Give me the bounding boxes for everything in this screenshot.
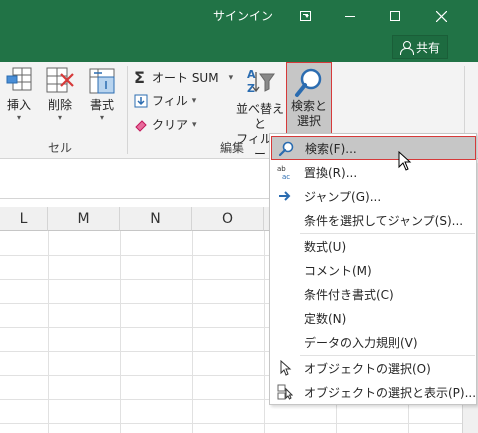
menu-item-label: オブジェクトの選択と表示(P)... [304,385,477,400]
column-header-n[interactable]: N [120,207,192,231]
share-label: 共有 [415,40,440,55]
delete-cells-button[interactable]: 削除 ▾ [42,66,78,123]
fill-button[interactable]: フィル ▾ [134,92,196,109]
delete-cells-icon [46,67,74,93]
share-button[interactable]: 共有 [392,35,448,59]
selection-pane-icon [277,384,293,400]
chevron-down-icon: ▾ [192,119,197,130]
pointer-icon [280,360,292,376]
magnifier-icon [278,141,294,157]
svg-text:A: A [247,68,256,81]
editing-group-label: 編集 [220,141,245,155]
grid-line [48,231,49,433]
minimize-icon [345,15,355,17]
menu-item-replace[interactable]: ab ac 置換(R)... [271,160,476,184]
menu-item-label: 置換(R)... [304,165,358,180]
mouse-cursor-icon [398,151,412,171]
autosum-label: オート SUM [152,71,219,85]
autosum-button[interactable]: Σ オート SUM ▾ [134,68,233,87]
clear-button[interactable]: クリア ▾ [134,116,197,133]
column-header-o[interactable]: O [192,207,264,231]
grid-line [120,231,121,433]
ribbon-display-options-button[interactable] [282,0,328,32]
find-label-1: 検索と [290,99,327,113]
menu-item-label: コメント(M) [304,263,372,278]
find-label-2: 選択 [296,114,321,128]
replace-ab-ac-icon: ab ac [277,165,290,180]
grid-line [192,231,193,433]
clear-label: クリア [152,118,189,132]
delete-label: 削除 [47,98,72,112]
close-button[interactable] [418,0,464,32]
minimize-button[interactable] [327,0,373,32]
menu-item-label: データの入力規則(V) [304,335,418,350]
menu-item-goto-special[interactable]: 条件を選択してジャンプ(S)... [271,208,476,232]
svg-text:ac: ac [282,173,290,180]
cells-group-label: セル [48,141,73,155]
menu-item-label: 条件を選択してジャンプ(S)... [304,213,464,228]
sort-filter-icon: A Z [247,68,275,95]
chevron-down-icon: ▾ [191,95,197,106]
find-select-menu: 検索(F)... ab ac 置換(R)... ジャンプ(G)... 条件を選択… [269,133,477,405]
person-icon [399,40,414,55]
maximize-icon [390,11,400,21]
column-header-m[interactable]: M [48,207,120,231]
group-divider [127,66,128,154]
menu-item-label: 検索(F)... [305,141,357,156]
grid-line [264,231,265,433]
format-label: 書式 [89,98,114,112]
sort-label-1: 並べ替えと [235,102,284,131]
find-select-button[interactable]: 検索と 選択 [286,62,332,136]
maximize-button[interactable] [372,0,418,32]
menu-item-data-validation[interactable]: データの入力規則(V) [271,330,476,354]
svg-text:ab: ab [277,165,286,173]
insert-cells-button[interactable]: 挿入 ▾ [2,66,36,123]
format-cells-icon [89,68,115,94]
chevron-down-icon: ▾ [57,113,62,122]
menu-item-label: ジャンプ(G)... [304,189,382,204]
format-cells-button[interactable]: 書式 ▾ [84,66,120,123]
sign-in-link[interactable]: サインイン [213,7,273,24]
fill-label: フィル [152,94,188,108]
title-bar: サインイン [0,0,478,32]
menu-item-conditional-formatting[interactable]: 条件付き書式(C) [271,282,476,306]
arrow-right-icon [279,191,291,201]
menu-item-label: 条件付き書式(C) [304,287,394,302]
menu-item-label: オブジェクトの選択(O) [304,361,431,376]
menu-item-selection-pane[interactable]: オブジェクトの選択と表示(P)... [271,380,476,404]
close-icon [435,10,447,22]
chevron-down-icon: ▾ [16,113,21,122]
insert-cells-icon [6,67,32,91]
eraser-icon [135,119,147,132]
menu-item-goto[interactable]: ジャンプ(G)... [271,184,476,208]
column-header-l[interactable]: L [0,207,48,231]
ribbon-display-icon [299,11,311,21]
sigma-icon: Σ [134,68,145,87]
excel-window: サインイン 共有 挿入 ▾ 削除 ▾ 書式 ▾ セル Σ オート SUM ▾ フ… [0,0,478,433]
menu-item-comments[interactable]: コメント(M) [271,258,476,282]
menu-item-label: 定数(N) [304,311,347,326]
magnifier-icon [295,68,322,97]
menu-item-label: 数式(U) [304,239,347,254]
menu-item-formulas[interactable]: 数式(U) [271,234,476,258]
insert-label: 挿入 [6,98,31,112]
menu-item-select-objects[interactable]: オブジェクトの選択(O) [271,356,476,380]
chevron-down-icon: ▾ [99,113,104,122]
grid-line [0,423,478,424]
fill-down-icon [134,94,148,107]
menu-item-constants[interactable]: 定数(N) [271,306,476,330]
menu-item-find[interactable]: 検索(F)... [271,136,476,160]
